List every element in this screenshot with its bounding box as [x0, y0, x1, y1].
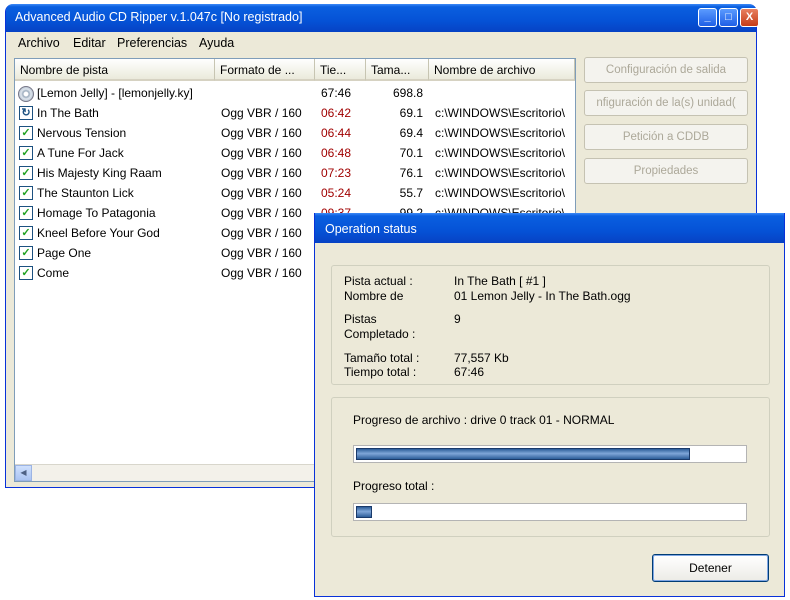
file-progress-bar [353, 445, 747, 463]
properties-button[interactable]: Propiedades [584, 158, 748, 184]
track-name: In The Bath [37, 106, 99, 120]
dialog-title[interactable]: Operation status [315, 213, 784, 243]
track-info-group: Pista actual : In The Bath [ #1 ] Nombre… [331, 265, 770, 385]
track-name: Homage To Patagonia [37, 206, 156, 220]
track-checkbox[interactable]: ✓ [19, 186, 33, 200]
track-name: [Lemon Jelly] - [lemonjelly.ky] [37, 86, 193, 100]
track-file-name: c:\WINDOWS\Escritorio\ [435, 106, 566, 120]
output-settings-button[interactable]: Configuración de salida [584, 57, 748, 83]
cd-icon [18, 86, 34, 102]
maximize-button[interactable]: □ [719, 8, 738, 27]
track-name: His Majesty King Raam [37, 166, 162, 180]
track-row[interactable]: ↻ In The Bath Ogg VBR / 160 06:42 69.1 c:\WIN… [15, 103, 575, 123]
total-progress-fill [356, 506, 372, 518]
track-name: Kneel Before Your God [37, 226, 160, 240]
track-checkbox[interactable]: ✓ [19, 126, 33, 140]
menu-editar[interactable]: Editar [73, 36, 106, 50]
processing-icon[interactable]: ↻ [19, 106, 33, 120]
total-progress-bar [353, 503, 747, 521]
column-file-name[interactable]: Nombre de archivo [429, 59, 575, 81]
track-checkbox[interactable]: ✓ [19, 166, 33, 180]
scroll-left-icon[interactable]: ◀ [15, 465, 32, 481]
track-time: 05:24 [321, 186, 352, 200]
stop-button[interactable]: Detener [652, 554, 769, 582]
file-name-label: Nombre de [344, 289, 404, 303]
track-name: Page One [37, 246, 92, 260]
file-name-value: 01 Lemon Jelly - In The Bath.ogg [454, 289, 631, 303]
track-size: 69.1 [399, 106, 423, 120]
track-list-header: Nombre de pista Formato de ... Tie... Ta… [15, 59, 575, 81]
track-format: Ogg VBR / 160 [221, 186, 302, 200]
track-size: 70.1 [399, 146, 423, 160]
track-size: 698.8 [392, 86, 423, 100]
minimize-button[interactable]: _ [698, 8, 717, 27]
track-size: 76.1 [399, 166, 423, 180]
track-format: Ogg VBR / 160 [221, 126, 302, 140]
track-name: Nervous Tension [37, 126, 127, 140]
track-size: 69.4 [399, 126, 423, 140]
menu-ayuda[interactable]: Ayuda [199, 36, 234, 50]
track-file-name: c:\WINDOWS\Escritorio\ [435, 126, 566, 140]
track-format: Ogg VBR / 160 [221, 166, 302, 180]
drive-settings-button[interactable]: nfiguración de la(s) unidad( [584, 90, 748, 116]
track-checkbox[interactable]: ✓ [19, 206, 33, 220]
track-format: Ogg VBR / 160 [221, 226, 302, 240]
main-window-title: Advanced Audio CD Ripper v.1.047c [No re… [15, 10, 303, 24]
progress-group: Progreso de archivo : drive 0 track 01 -… [331, 397, 770, 537]
total-progress-label: Progreso total : [353, 479, 435, 493]
track-row[interactable]: ✓ The Staunton Lick Ogg VBR / 160 05:24 55.7… [15, 183, 575, 203]
menu-archivo[interactable]: Archivo [18, 36, 60, 50]
menu-bar: Archivo Editar Preferencias Ayuda [6, 32, 756, 54]
track-time: 07:23 [321, 166, 352, 180]
track-file-name: c:\WINDOWS\Escritorio\ [435, 146, 566, 160]
track-format: Ogg VBR / 160 [221, 146, 302, 160]
track-format: Ogg VBR / 160 [221, 266, 302, 280]
completed-value: 9 [454, 312, 461, 326]
track-time: 06:48 [321, 146, 352, 160]
track-checkbox[interactable]: ✓ [19, 246, 33, 260]
tracks-label: Pistas [344, 312, 377, 326]
column-track-name[interactable]: Nombre de pista [15, 59, 215, 81]
track-row[interactable]: ✓ His Majesty King Raam Ogg VBR / 160 07:23… [15, 163, 575, 183]
track-name: The Staunton Lick [37, 186, 134, 200]
track-row[interactable]: [Lemon Jelly] - [lemonjelly.ky] 67:46 698.… [15, 83, 575, 103]
track-format: Ogg VBR / 160 [221, 206, 302, 220]
column-format[interactable]: Formato de ... [215, 59, 315, 81]
operation-status-dialog: Operation status Pista actual : In The B… [314, 213, 785, 597]
column-time[interactable]: Tie... [315, 59, 366, 81]
track-format: Ogg VBR / 160 [221, 246, 302, 260]
completed-label: Completado : [344, 327, 416, 341]
track-checkbox[interactable]: ✓ [19, 146, 33, 160]
track-row[interactable]: ✓ Nervous Tension Ogg VBR / 160 06:44 69.4 c:… [15, 123, 575, 143]
total-time-value: 67:46 [454, 365, 485, 379]
track-time: 06:44 [321, 126, 352, 140]
track-row[interactable]: ✓ A Tune For Jack Ogg VBR / 160 06:48 70.1 c:… [15, 143, 575, 163]
track-file-name: c:\WINDOWS\Escritorio\ [435, 186, 566, 200]
total-size-value: 77,557 Kb [454, 351, 509, 365]
track-file-name: c:\WINDOWS\Escritorio\ [435, 166, 566, 180]
track-checkbox[interactable]: ✓ [19, 226, 33, 240]
column-size[interactable]: Tama... [366, 59, 429, 81]
cddb-request-button[interactable]: Petición a CDDB [584, 124, 748, 150]
file-progress-label: Progreso de archivo : drive 0 track 01 -… [353, 413, 615, 427]
track-size: 55.7 [399, 186, 423, 200]
current-track-label: Pista actual : [344, 274, 413, 288]
file-progress-fill [356, 448, 690, 460]
close-button[interactable]: X [740, 8, 759, 27]
track-name: A Tune For Jack [37, 146, 124, 160]
current-track-value: In The Bath [ #1 ] [454, 274, 546, 288]
track-format: Ogg VBR / 160 [221, 106, 302, 120]
menu-preferencias[interactable]: Preferencias [117, 36, 187, 50]
track-name: Come [37, 266, 70, 280]
total-time-label: Tiempo total : [344, 365, 417, 379]
total-size-label: Tamaño total : [344, 351, 420, 365]
main-title-bar[interactable]: Advanced Audio CD Ripper v.1.047c [No re… [6, 4, 759, 32]
track-time: 67:46 [321, 86, 352, 100]
track-time: 06:42 [321, 106, 352, 120]
track-checkbox[interactable]: ✓ [19, 266, 33, 280]
